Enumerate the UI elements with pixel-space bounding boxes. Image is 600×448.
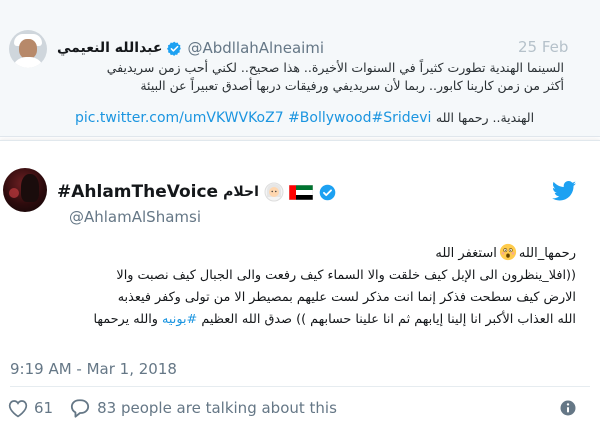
author-avatar[interactable] — [9, 30, 47, 68]
text-line: الهندية.. رحمها الله — [435, 110, 535, 125]
hashtag-link[interactable]: #بونيه — [162, 312, 197, 327]
background-tweet: عبدالله النعيمي @AbdllahAlneaimi 25 Feb … — [0, 0, 600, 137]
tweet-actions: 61 83 people are talking about this — [8, 396, 337, 420]
tweet-author-row[interactable]: #AhlamTheVoice احلام — [57, 180, 336, 204]
twitter-bird-icon[interactable] — [552, 181, 576, 201]
verified-badge-icon — [167, 41, 182, 56]
display-name[interactable]: #AhlamTheVoice — [57, 182, 218, 202]
background-tweet-text: السينما الهندية تطورت كثيراً في السنوات … — [44, 59, 564, 95]
arabic-name[interactable]: احلام — [223, 184, 259, 200]
tweet-timestamp[interactable]: 9:19 AM - Mar 1, 2018 — [10, 360, 177, 378]
verified-badge-icon — [319, 184, 336, 200]
tweet-text-fragment: والله يرحمها — [93, 312, 158, 327]
divider — [10, 386, 590, 387]
background-tweet-date[interactable]: 25 Feb — [518, 38, 568, 56]
background-tweet-header: عبدالله النعيمي @AbdllahAlneaimi — [57, 37, 324, 59]
like-count[interactable]: 61 — [34, 399, 53, 417]
tweet-line: رحمها_الله استغفر الله — [0, 243, 576, 265]
text-line: أكثر من زمن كارينا كابور.. ربما لأن سريد… — [140, 78, 564, 93]
speech-bubble-icon[interactable] — [69, 398, 91, 418]
pic-link[interactable]: pic.twitter.com/umVKWVKoZ7 #Bollywood#Sr… — [75, 110, 431, 126]
uae-flag-icon — [288, 184, 313, 200]
tweet-text-fragment: الله العذاب الأكبر انا إلينا إيابهم ثم ا… — [201, 312, 576, 327]
text-line: السينما الهندية تطورت كثيراً في السنوات … — [106, 60, 564, 75]
tweet-text-fragment: رحمها_الله — [518, 246, 576, 261]
background-author-handle[interactable]: @AbdllahAlneaimi — [187, 39, 324, 57]
tweet-line: ((افلا_ينظرون الى الإبل كيف خلقت والا ال… — [116, 268, 576, 283]
scared-face-emoji-icon — [499, 243, 516, 261]
conversation-link[interactable]: 83 people are talking about this — [97, 399, 337, 417]
woman-emoji-icon — [264, 182, 284, 202]
tweet-line: الارض كيف سطحت فذكر إنما انت مذكر لست عل… — [117, 290, 576, 305]
author-handle[interactable]: @AhlamAlShamsi — [69, 208, 201, 226]
info-icon[interactable] — [560, 400, 576, 416]
background-author-name[interactable]: عبدالله النعيمي — [57, 40, 162, 56]
heart-icon[interactable] — [8, 399, 28, 418]
tweet-line: الله العذاب الأكبر انا إلينا إيابهم ثم ا… — [0, 309, 576, 331]
tweet-text-fragment: استغفر الله — [435, 246, 497, 261]
avatar[interactable] — [3, 168, 47, 212]
tweet-text: رحمها_الله استغفر الله ((افلا_ينظرون الى … — [0, 243, 576, 331]
background-tweet-link-line: pic.twitter.com/umVKWVKoZ7 #Bollywood#Sr… — [75, 110, 534, 126]
